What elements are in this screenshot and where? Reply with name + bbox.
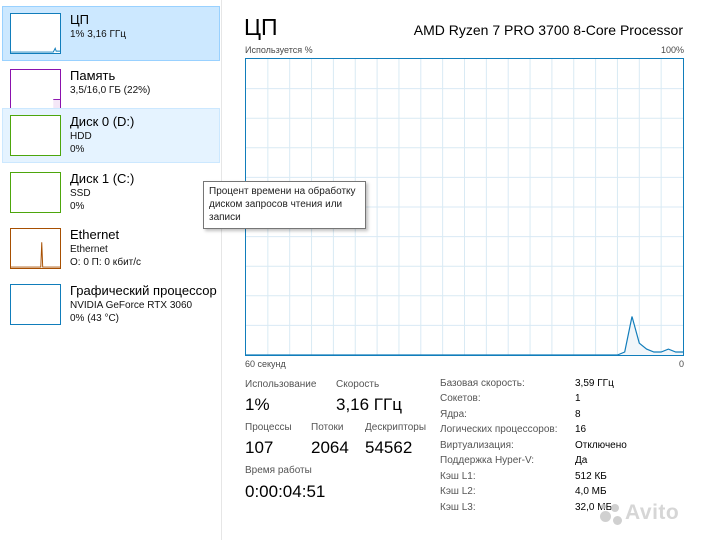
sidebar-item-title: Диск 1 (C:): [70, 171, 135, 186]
sidebar-item-disk-1[interactable]: Диск 1 (C:) SSD 0%: [2, 165, 220, 220]
uptime-label: Время работы: [245, 465, 312, 476]
sidebar-item-title: Диск 0 (D:): [70, 114, 135, 129]
uptime-value: 0:00:04:51: [245, 482, 326, 501]
graph-y-max-label: 100%: [660, 45, 684, 55]
avito-watermark-text: Avito: [625, 501, 680, 524]
sidebar-item-title: ЦП: [70, 12, 89, 27]
processes-label: Процессы: [245, 422, 292, 433]
spec-value-base-speed: 3,59 ГГц: [575, 378, 614, 389]
graph-x-axis-label: 60 секунд: [245, 359, 286, 369]
page-title: ЦП: [244, 14, 278, 40]
sidebar-item-ethernet[interactable]: Ethernet Ethernet О: 0 П: 0 кбит/с: [2, 221, 220, 276]
speed-value: 3,16 ГГц: [336, 395, 402, 414]
avito-logo-icon: [598, 503, 622, 527]
spec-value-cores: 8: [575, 409, 581, 420]
spec-value-virtualization: Отключено: [575, 440, 627, 451]
cpu-thumbnail-graph: [10, 13, 61, 54]
ethernet-thumbnail-graph: [10, 228, 61, 269]
spec-label-logical-processors: Логических процессоров:: [440, 424, 558, 435]
avito-watermark: Avito: [598, 500, 694, 528]
sidebar-item-title: Графический процессор: [70, 283, 217, 298]
spec-label-hyper-v: Поддержка Hyper-V:: [440, 455, 535, 466]
cpu-model-name: AMD Ryzen 7 PRO 3700 8-Core Processor: [413, 22, 683, 38]
sidebar-item-detail: 3,5/16,0 ГБ (22%): [70, 85, 151, 96]
spec-label-base-speed: Базовая скорость:: [440, 378, 525, 389]
usage-value: 1%: [245, 395, 270, 414]
spec-value-logical-processors: 16: [575, 424, 587, 435]
sidebar-item-value: О: 0 П: 0 кбит/с: [70, 257, 142, 268]
disk-1-thumbnail-graph: [10, 172, 61, 213]
sidebar-item-gpu[interactable]: Графический процессор NVIDIA GeForce RTX…: [2, 277, 220, 332]
sidebar-item-detail: NVIDIA GeForce RTX 3060: [70, 300, 193, 311]
disk-0-thumbnail-graph: [10, 115, 61, 156]
spec-label-cache-l2: Кэш L2:: [440, 486, 476, 497]
threads-value: 2064: [311, 438, 349, 457]
speed-label: Скорость: [336, 379, 380, 390]
spec-label-virtualization: Виртуализация:: [440, 440, 514, 451]
memory-thumbnail-graph: [10, 69, 61, 110]
sidebar-item-detail: 1% 3,16 ГГц: [70, 29, 127, 40]
gpu-thumbnail-graph: [10, 284, 61, 325]
handles-value: 54562: [365, 438, 413, 457]
usage-label: Использование: [245, 379, 317, 390]
processes-value: 107: [245, 438, 274, 457]
graph-y-axis-label: Используется %: [245, 45, 313, 55]
sidebar-item-title: Ethernet: [70, 227, 120, 242]
spec-value-cache-l1: 512 КБ: [575, 471, 607, 482]
disk-tooltip: Процент времени на обработку диском запр…: [203, 181, 366, 229]
sidebar: ЦП 1% 3,16 ГГц Память 3,5/16,0 ГБ (22%) …: [0, 0, 222, 540]
spec-value-sockets: 1: [575, 393, 581, 404]
threads-label: Потоки: [311, 422, 344, 433]
sidebar-item-disk-0[interactable]: Диск 0 (D:) HDD 0%: [2, 108, 220, 163]
sidebar-item-value: 0% (43 °C): [70, 313, 120, 324]
sidebar-item-value: 0%: [70, 201, 85, 212]
sidebar-item-detail: Ethernet: [70, 244, 108, 255]
sidebar-item-value: 0%: [70, 144, 85, 155]
spec-label-cache-l1: Кэш L1:: [440, 471, 476, 482]
spec-label-sockets: Сокетов:: [440, 393, 481, 404]
spec-value-cache-l2: 4,0 МБ: [575, 486, 607, 497]
sidebar-item-detail: SSD: [70, 188, 91, 199]
spec-value-hyper-v: Да: [575, 455, 588, 466]
sidebar-item-cpu[interactable]: ЦП 1% 3,16 ГГц: [2, 6, 220, 61]
graph-x-min-label: 0: [678, 359, 684, 369]
spec-label-cache-l3: Кэш L3:: [440, 502, 476, 513]
sidebar-item-detail: HDD: [70, 131, 92, 142]
sidebar-item-title: Память: [70, 68, 116, 83]
handles-label: Дескрипторы: [365, 422, 427, 433]
spec-label-cores: Ядра:: [440, 409, 467, 420]
